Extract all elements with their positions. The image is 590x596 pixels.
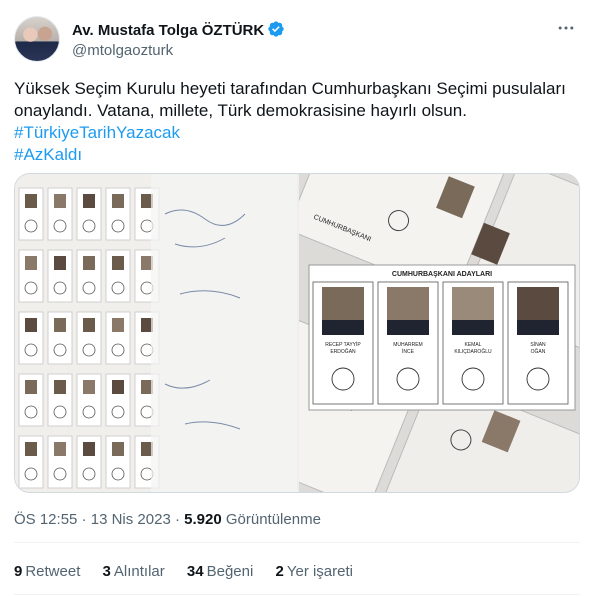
- mini-portrait: [112, 380, 124, 394]
- more-horizontal-icon[interactable]: [556, 18, 576, 38]
- candidate-suit: [452, 320, 494, 335]
- retweets-label: Retweet: [25, 563, 81, 580]
- tweet-media[interactable]: CUMHURBAŞKANI CUMHURBAŞKANI ADAYLARI REC…: [14, 173, 580, 493]
- mini-portrait: [25, 442, 37, 456]
- likes-label: Beğeni: [206, 563, 254, 580]
- mini-portrait: [112, 256, 124, 270]
- mini-portrait: [83, 318, 95, 332]
- mini-portrait: [112, 318, 124, 332]
- mini-portrait: [54, 256, 66, 270]
- retweets-stat[interactable]: 9 Retweet: [14, 563, 80, 580]
- tweet-stats: 9 Retweet 3 Alıntılar 34 Beğeni 2 Yer işaret…: [14, 563, 371, 580]
- mini-portrait: [83, 380, 95, 394]
- mini-portrait: [54, 194, 66, 208]
- tweet-body: Yüksek Seçim Kurulu heyeti tarafından Cu…: [14, 79, 566, 120]
- meta-separator: ·: [174, 511, 180, 528]
- candidate-name: KILIÇDAROĞLU: [454, 348, 492, 355]
- bookmarks-stat[interactable]: 2 Yer işareti: [276, 563, 354, 580]
- mini-portrait: [83, 442, 95, 456]
- bookmarks-label: Yer işareti: [286, 563, 353, 580]
- quotes-stat[interactable]: 3 Alıntılar: [103, 563, 165, 580]
- verified-badge-icon: [268, 21, 284, 37]
- ballot-illustration: CUMHURBAŞKANI CUMHURBAŞKANI ADAYLARI REC…: [299, 174, 579, 492]
- likes-stat[interactable]: 34 Beğeni: [187, 563, 253, 580]
- media-photo-ballot-sheet[interactable]: [15, 174, 297, 492]
- author-name-text[interactable]: Av. Mustafa Tolga ÖZTÜRK: [72, 22, 264, 39]
- candidate-name: İNCE: [402, 348, 415, 355]
- author-handle[interactable]: @mtolgaozturk: [72, 42, 173, 59]
- likes-count: 34: [186, 563, 204, 580]
- hashtag-link[interactable]: #TürkiyeTarihYazacak: [14, 122, 580, 144]
- more-icon-svg: [558, 26, 574, 30]
- candidate-name: ERDOĞAN: [330, 348, 356, 355]
- candidate-suit: [517, 320, 559, 335]
- tweet-date[interactable]: 13 Nis 2023: [91, 511, 171, 528]
- media-photo-ballot[interactable]: CUMHURBAŞKANI CUMHURBAŞKANI ADAYLARI REC…: [299, 174, 579, 492]
- divider: [14, 542, 580, 543]
- bookmarks-count: 2: [275, 563, 284, 580]
- meta-separator: ·: [81, 511, 87, 528]
- mini-portrait: [25, 380, 37, 394]
- mini-portrait: [54, 318, 66, 332]
- views-count: 5.920: [184, 511, 222, 528]
- mini-portrait: [25, 194, 37, 208]
- candidate-suit: [322, 320, 364, 335]
- hashtag-link[interactable]: #AzKaldı: [14, 144, 580, 166]
- tweet-meta: ÖS 12:55 · 13 Nis 2023 · 5.920 Görüntüle…: [14, 511, 321, 528]
- mini-portrait: [25, 256, 37, 270]
- candidate-name: OĞAN: [531, 348, 546, 355]
- tweet-text: Yüksek Seçim Kurulu heyeti tarafından Cu…: [14, 78, 580, 166]
- mini-portrait: [54, 380, 66, 394]
- divider: [14, 594, 580, 595]
- candidate-name: MUHARREM: [393, 342, 422, 348]
- mini-portrait: [54, 442, 66, 456]
- candidate-name: RECEP TAYYİP: [325, 341, 361, 348]
- ballot-title: CUMHURBAŞKANI ADAYLARI: [392, 271, 492, 278]
- quotes-count: 3: [102, 563, 111, 580]
- tweet-time[interactable]: ÖS 12:55: [14, 511, 77, 528]
- candidate-name: KEMAL: [465, 342, 482, 348]
- tweet-header: Av. Mustafa Tolga ÖZTÜRK @mtolgaozturk: [14, 14, 580, 62]
- candidate-suit: [387, 320, 429, 335]
- mini-portrait: [112, 194, 124, 208]
- mini-portrait: [83, 194, 95, 208]
- author-name[interactable]: Av. Mustafa Tolga ÖZTÜRK: [72, 20, 285, 39]
- ballot-sheet-illustration: [15, 174, 297, 492]
- mini-portrait: [83, 256, 95, 270]
- quotes-label: Alıntılar: [113, 563, 165, 580]
- candidate-name: SİNAN: [530, 341, 546, 348]
- mini-portrait: [25, 318, 37, 332]
- mini-portrait: [112, 442, 124, 456]
- views-label: Görüntülenme: [225, 511, 321, 528]
- avatar[interactable]: [14, 16, 60, 62]
- retweets-count: 9: [14, 563, 23, 580]
